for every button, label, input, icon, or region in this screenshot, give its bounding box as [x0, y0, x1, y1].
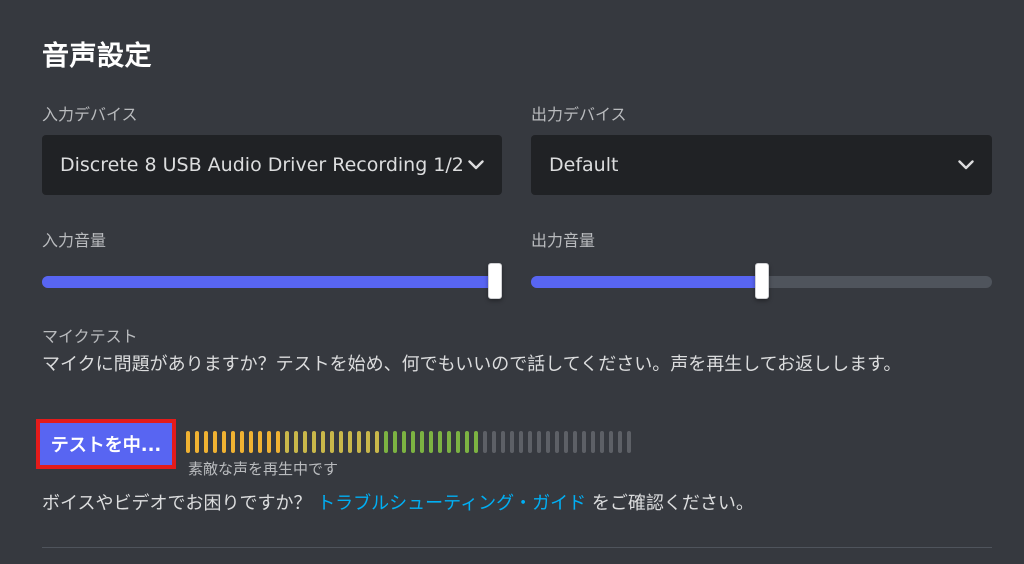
meter-bar [249, 431, 253, 453]
chevron-down-icon [956, 155, 976, 175]
meter-bar [492, 431, 496, 453]
output-device-value: Default [549, 154, 619, 176]
meter-bar [339, 431, 343, 453]
meter-bar [285, 431, 289, 453]
meter-bar [429, 431, 433, 453]
meter-bar [204, 431, 208, 453]
mic-test-label: マイクテスト [42, 327, 138, 346]
meter-bar [618, 431, 622, 453]
meter-bar [465, 431, 469, 453]
meter-bar [303, 431, 307, 453]
meter-bar [600, 431, 604, 453]
input-device-select[interactable]: Discrete 8 USB Audio Driver Recording 1/… [42, 135, 502, 195]
output-device-select[interactable]: Default [531, 135, 992, 195]
meter-bar [231, 431, 235, 453]
meter-bar [420, 431, 424, 453]
meter-bar [240, 431, 244, 453]
meter-bar [393, 431, 397, 453]
input-device-value: Discrete 8 USB Audio Driver Recording 1/… [60, 154, 464, 176]
troubleshooting-guide-link[interactable]: トラブルシューティング・ガイド [317, 493, 586, 514]
meter-caption: 素敵な声を再生中です [188, 460, 339, 478]
chevron-down-icon [466, 155, 486, 175]
meter-bar [258, 431, 262, 453]
stop-test-button-label: テストを中... [50, 435, 162, 456]
meter-bar [357, 431, 361, 453]
meter-bar [537, 431, 541, 453]
help-prefix: ボイスやビデオでお困りですか？ [42, 493, 318, 514]
meter-bar [546, 431, 550, 453]
meter-bar [447, 431, 451, 453]
meter-bar [321, 431, 325, 453]
meter-bar [384, 431, 388, 453]
voice-settings-panel: 音声設定 入力デバイス Discrete 8 USB Audio Driver … [0, 0, 1024, 564]
meter-bar [510, 431, 514, 453]
meter-bar [573, 431, 577, 453]
meter-bar [348, 431, 352, 453]
input-volume-handle[interactable] [488, 263, 502, 299]
output-volume-label: 出力音量 [531, 231, 596, 250]
meter-bar [555, 431, 559, 453]
meter-bar [519, 431, 523, 453]
meter-bar [564, 431, 568, 453]
meter-bar [501, 431, 505, 453]
meter-bar [267, 431, 271, 453]
input-device-label: 入力デバイス [42, 105, 138, 124]
meter-bar [222, 431, 226, 453]
help-text: ボイスやビデオでお困りですか？ トラブルシューティング・ガイド をご確認ください… [42, 489, 754, 515]
meter-bar [456, 431, 460, 453]
stop-test-button[interactable]: テストを中... [36, 419, 176, 469]
output-volume-slider[interactable] [531, 263, 992, 299]
input-volume-slider[interactable] [42, 263, 502, 299]
section-title: 音声設定 [42, 41, 152, 72]
meter-bar [528, 431, 532, 453]
meter-bar [411, 431, 415, 453]
meter-bar [312, 431, 316, 453]
help-suffix: をご確認ください。 [586, 493, 754, 514]
meter-bar [375, 431, 379, 453]
meter-bar [402, 431, 406, 453]
output-device-label: 出力デバイス [531, 105, 627, 124]
meter-bar [474, 431, 478, 453]
meter-bar [294, 431, 298, 453]
meter-bar [582, 431, 586, 453]
mic-level-meter [186, 431, 631, 453]
meter-bar [195, 431, 199, 453]
meter-bar [627, 431, 631, 453]
meter-bar [276, 431, 280, 453]
meter-bar [591, 431, 595, 453]
output-volume-handle[interactable] [754, 263, 769, 299]
meter-bar [483, 431, 487, 453]
meter-bar [438, 431, 442, 453]
meter-bar [609, 431, 613, 453]
input-volume-label: 入力音量 [42, 231, 107, 250]
meter-bar [186, 431, 190, 453]
meter-bar [330, 431, 334, 453]
mic-test-description: マイクに問題がありますか？テストを始め、何でもいいので話してください。声を再生し… [42, 354, 902, 375]
input-volume-fill [42, 276, 502, 288]
meter-bar [366, 431, 370, 453]
meter-bar [213, 431, 217, 453]
section-divider [42, 547, 992, 548]
output-volume-fill [531, 276, 762, 288]
